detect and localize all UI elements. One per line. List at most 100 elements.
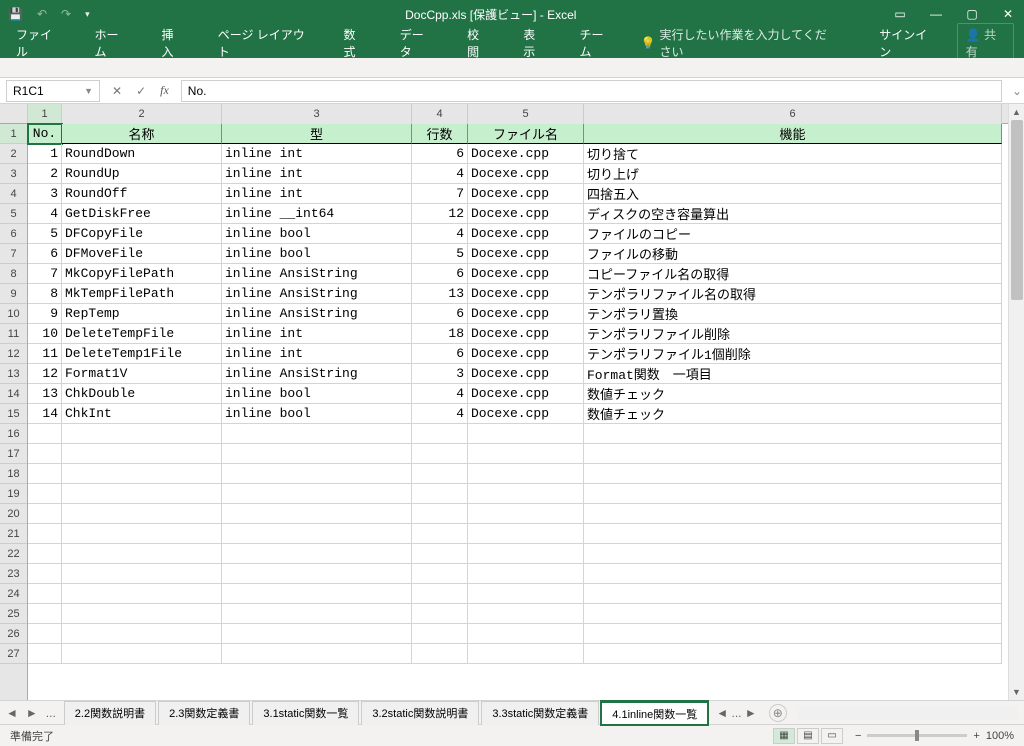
cell[interactable] — [222, 584, 412, 604]
row-header[interactable]: 12 — [0, 344, 27, 364]
cell[interactable]: Format1V — [62, 364, 222, 384]
cell[interactable] — [62, 544, 222, 564]
cell[interactable]: ChkInt — [62, 404, 222, 424]
undo-icon[interactable]: ↶ — [37, 7, 47, 21]
tab-review[interactable]: 校閲 — [461, 22, 495, 64]
row-header[interactable]: 4 — [0, 184, 27, 204]
cell[interactable]: RepTemp — [62, 304, 222, 324]
tab-nav-more[interactable]: ... — [46, 706, 56, 720]
cell[interactable]: inline AnsiString — [222, 264, 412, 284]
cell[interactable]: Docexe.cpp — [468, 404, 584, 424]
row-header[interactable]: 27 — [0, 644, 27, 664]
cell[interactable]: Docexe.cpp — [468, 244, 584, 264]
cell[interactable] — [584, 484, 1002, 504]
cell[interactable]: ファイルのコピー — [584, 224, 1002, 244]
column-header[interactable]: 3 — [222, 104, 412, 124]
cell[interactable] — [62, 644, 222, 664]
cell[interactable] — [584, 564, 1002, 584]
column-header[interactable]: 2 — [62, 104, 222, 124]
cell[interactable] — [28, 604, 62, 624]
cell[interactable]: DeleteTemp1File — [62, 344, 222, 364]
table-header-cell[interactable]: ファイル名 — [468, 124, 584, 144]
column-header[interactable]: 6 — [584, 104, 1002, 124]
cell[interactable] — [584, 624, 1002, 644]
cell[interactable]: 切り上げ — [584, 164, 1002, 184]
cell[interactable] — [468, 444, 584, 464]
cancel-formula-icon[interactable]: ✕ — [112, 84, 122, 98]
expand-formula-icon[interactable]: ⌄ — [1010, 84, 1024, 98]
sheet-tab[interactable]: 4.1inline関数一覧 — [601, 701, 708, 725]
tab-home[interactable]: ホーム — [88, 22, 133, 64]
row-header[interactable]: 8 — [0, 264, 27, 284]
sheet-tab[interactable]: 2.2関数説明書 — [64, 701, 156, 725]
row-header[interactable]: 7 — [0, 244, 27, 264]
tab-nav-more-right[interactable]: ◄ ... ► — [710, 703, 762, 723]
cell[interactable]: 5 — [412, 244, 468, 264]
cell[interactable] — [584, 604, 1002, 624]
tab-team[interactable]: チーム — [574, 22, 619, 64]
cell[interactable] — [62, 524, 222, 544]
cell[interactable] — [62, 604, 222, 624]
cell[interactable] — [584, 544, 1002, 564]
row-header[interactable]: 5 — [0, 204, 27, 224]
cell[interactable]: テンポラリファイル1個削除 — [584, 344, 1002, 364]
cell[interactable] — [468, 524, 584, 544]
cell[interactable]: inline int — [222, 344, 412, 364]
sheet-tab[interactable]: 3.3static関数定義書 — [481, 701, 599, 725]
cell[interactable]: 7 — [28, 264, 62, 284]
cell[interactable]: inline int — [222, 324, 412, 344]
cell[interactable]: 数値チェック — [584, 404, 1002, 424]
cell[interactable] — [222, 484, 412, 504]
cell[interactable] — [412, 524, 468, 544]
cell[interactable] — [412, 624, 468, 644]
cell[interactable]: Docexe.cpp — [468, 364, 584, 384]
accept-formula-icon[interactable]: ✓ — [136, 84, 146, 98]
cell[interactable]: テンポラリ置換 — [584, 304, 1002, 324]
cell[interactable]: 7 — [412, 184, 468, 204]
cell[interactable] — [28, 544, 62, 564]
qat-dropdown-icon[interactable]: ▾ — [85, 9, 90, 20]
cell[interactable] — [28, 524, 62, 544]
cell[interactable] — [222, 464, 412, 484]
ribbon-options-icon[interactable]: ▭ — [892, 7, 908, 21]
cell[interactable] — [468, 484, 584, 504]
cell[interactable]: 切り捨て — [584, 144, 1002, 164]
row-header[interactable]: 21 — [0, 524, 27, 544]
cell[interactable]: 14 — [28, 404, 62, 424]
cell[interactable]: Docexe.cpp — [468, 284, 584, 304]
cell[interactable] — [62, 564, 222, 584]
cell[interactable] — [62, 504, 222, 524]
cell[interactable]: ディスクの空き容量算出 — [584, 204, 1002, 224]
cell[interactable]: inline __int64 — [222, 204, 412, 224]
row-header[interactable]: 20 — [0, 504, 27, 524]
row-header[interactable]: 10 — [0, 304, 27, 324]
cell[interactable] — [222, 624, 412, 644]
cell[interactable]: 6 — [412, 344, 468, 364]
row-header[interactable]: 14 — [0, 384, 27, 404]
cell[interactable]: 3 — [28, 184, 62, 204]
tab-file[interactable]: ファイル — [10, 22, 66, 64]
cell[interactable] — [412, 484, 468, 504]
column-header[interactable]: 5 — [468, 104, 584, 124]
cell[interactable] — [62, 444, 222, 464]
row-header[interactable]: 25 — [0, 604, 27, 624]
cell[interactable]: Docexe.cpp — [468, 224, 584, 244]
chevron-down-icon[interactable]: ▼ — [84, 86, 93, 96]
row-header[interactable]: 2 — [0, 144, 27, 164]
cell[interactable]: 18 — [412, 324, 468, 344]
scroll-thumb[interactable] — [1011, 120, 1023, 300]
cell[interactable] — [28, 644, 62, 664]
sheet-tab[interactable]: 3.2static関数説明書 — [361, 701, 479, 725]
cell[interactable]: 6 — [28, 244, 62, 264]
cell[interactable] — [412, 544, 468, 564]
cell[interactable]: DFCopyFile — [62, 224, 222, 244]
minimize-icon[interactable]: — — [928, 7, 944, 21]
scroll-down-icon[interactable]: ▼ — [1009, 684, 1024, 700]
spreadsheet-grid[interactable]: No.名称型行数ファイル名機能1RoundDowninline int6Doce… — [28, 124, 1008, 700]
row-header[interactable]: 1 — [0, 124, 27, 144]
vertical-scrollbar[interactable]: ▲ ▼ — [1008, 104, 1024, 700]
cell[interactable] — [62, 464, 222, 484]
signin-link[interactable]: サインイン — [879, 26, 935, 60]
cell[interactable] — [468, 424, 584, 444]
cell[interactable] — [222, 504, 412, 524]
